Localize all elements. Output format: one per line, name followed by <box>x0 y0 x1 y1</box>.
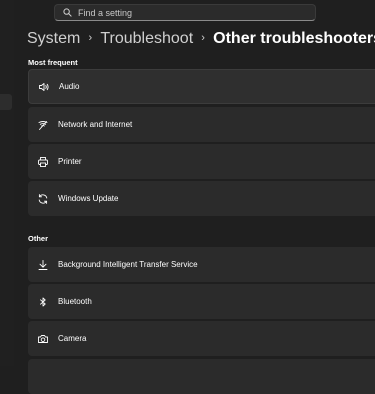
bluetooth-icon <box>36 295 50 309</box>
troubleshooter-bits[interactable]: Background Intelligent Transfer Service <box>28 247 375 282</box>
troubleshooter-label: Printer <box>58 157 82 166</box>
troubleshooter-audio[interactable]: Audio <box>28 69 375 104</box>
navigation-sidebar <box>0 0 14 366</box>
breadcrumb-separator: › <box>201 32 205 44</box>
speaker-icon <box>37 80 51 94</box>
troubleshooter-label: Bluetooth <box>58 297 92 306</box>
download-icon <box>36 258 50 272</box>
section-heading-other: Other <box>28 234 49 243</box>
search-icon <box>63 8 72 17</box>
troubleshooter-network[interactable]: Network and Internet <box>28 107 375 142</box>
section-heading-most-frequent: Most frequent <box>28 58 78 67</box>
troubleshooter-label: Network and Internet <box>58 120 133 129</box>
sync-icon <box>36 192 50 206</box>
camera-icon <box>36 332 50 346</box>
sidebar-selected-item[interactable] <box>0 94 12 110</box>
breadcrumb-troubleshoot[interactable]: Troubleshoot <box>100 30 193 48</box>
troubleshooter-label: Camera <box>58 334 87 343</box>
network-icon <box>36 118 50 132</box>
troubleshooter-bluetooth[interactable]: Bluetooth <box>28 284 375 319</box>
troubleshooter-camera[interactable]: Camera <box>28 321 375 356</box>
troubleshooter-label: Windows Update <box>58 194 119 203</box>
breadcrumb-separator: › <box>88 32 93 44</box>
troubleshooter-label: Background Intelligent Transfer Service <box>58 260 198 269</box>
troubleshooter-next[interactable] <box>28 359 375 394</box>
printer-icon <box>36 155 50 169</box>
breadcrumb-system[interactable]: System <box>27 30 80 48</box>
search-box[interactable]: Find a setting <box>54 4 316 21</box>
breadcrumb: System › Troubleshoot › Other troublesho… <box>27 28 375 50</box>
troubleshooter-label: Audio <box>59 82 80 91</box>
troubleshooter-printer[interactable]: Printer <box>28 144 375 179</box>
search-placeholder[interactable]: Find a setting <box>78 8 132 18</box>
page-title: Other troubleshooters <box>213 30 375 47</box>
troubleshooter-windows-update[interactable]: Windows Update <box>28 181 375 216</box>
